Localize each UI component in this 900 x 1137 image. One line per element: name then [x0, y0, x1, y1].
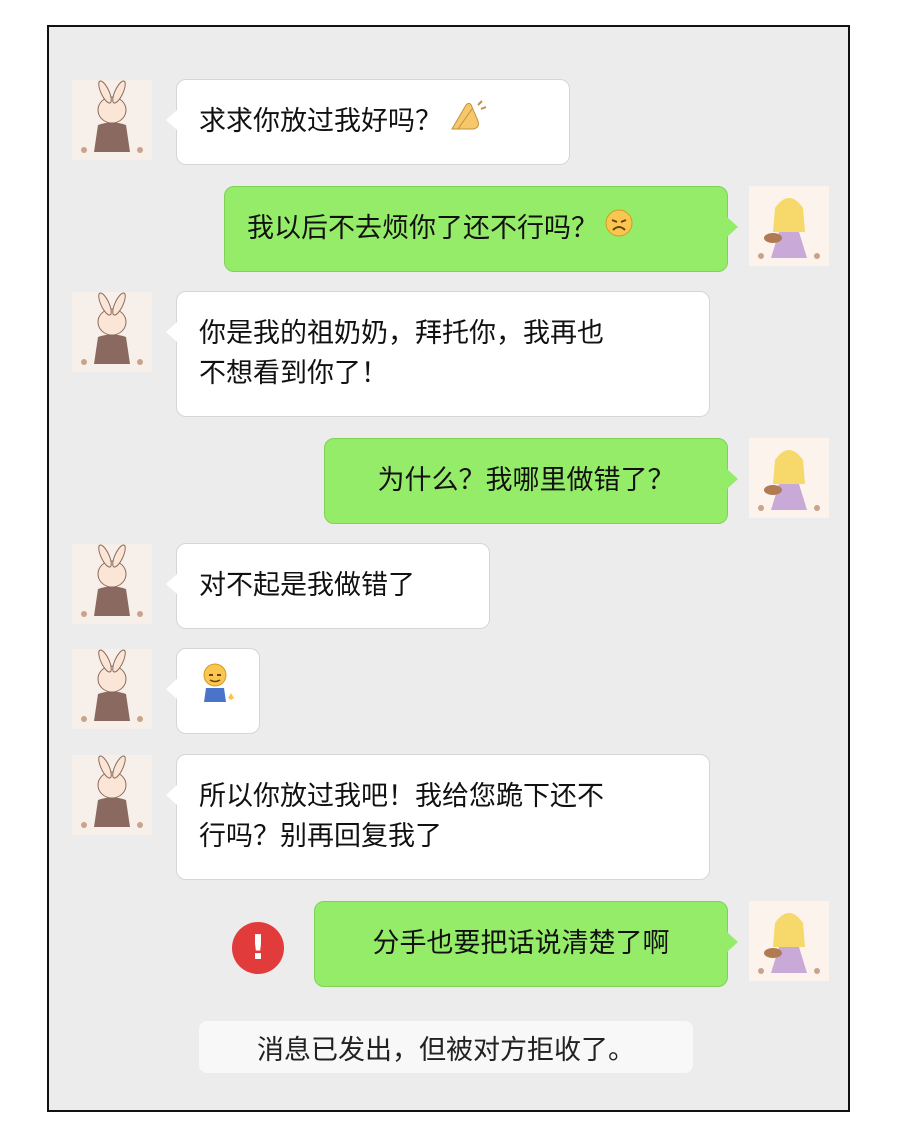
system-notice-text: 消息已发出，但被对方拒收了。 — [257, 1034, 635, 1066]
message-text: 对不起是我做错了 — [199, 570, 415, 601]
message-text: 分手也要把话说清楚了啊 — [372, 928, 670, 959]
chat-window: 求求你放过我好吗？ 我以后不去烦你了还不行吗？ 你是我的祖奶奶，拜托你，我再也 … — [47, 25, 850, 1112]
message-bubble-incoming[interactable]: 你是我的祖奶奶，拜托你，我再也 不想看到你了！ — [165, 291, 710, 417]
send-failed-glyph: ! — [250, 928, 266, 968]
message-text: 为什么？我哪里做错了？ — [377, 465, 675, 496]
message-text: 求求你放过我好吗？ — [199, 106, 442, 137]
message-bubble-incoming[interactable]: 对不起是我做错了 — [165, 543, 490, 629]
kneeling-figure-icon — [198, 662, 238, 720]
contact-avatar[interactable] — [72, 649, 152, 729]
message-bubble-outgoing[interactable]: 分手也要把话说清楚了啊 — [314, 901, 738, 987]
message-text: 我以后不去烦你了还不行吗？ — [247, 213, 598, 244]
my-avatar[interactable] — [749, 186, 829, 266]
message-bubble-outgoing[interactable]: 为什么？我哪里做错了？ — [324, 438, 738, 524]
message-text: 所以你放过我吧！我给您跪下还不 行吗？别再回复我了 — [199, 781, 604, 852]
message-bubble-outgoing[interactable]: 我以后不去烦你了还不行吗？ — [224, 186, 738, 272]
pray-hands-icon — [448, 99, 488, 145]
message-text: 你是我的祖奶奶，拜托你，我再也 不想看到你了！ — [199, 318, 604, 389]
message-bubble-incoming[interactable]: 求求你放过我好吗？ — [165, 79, 570, 165]
send-failed-icon[interactable]: ! — [232, 922, 284, 974]
contact-avatar[interactable] — [72, 544, 152, 624]
system-notice: 消息已发出，但被对方拒收了。 — [199, 1021, 693, 1073]
contact-avatar[interactable] — [72, 292, 152, 372]
worried-face-icon — [604, 208, 634, 250]
my-avatar[interactable] — [749, 901, 829, 981]
message-bubble-incoming[interactable]: 所以你放过我吧！我给您跪下还不 行吗？别再回复我了 — [165, 754, 710, 880]
contact-avatar[interactable] — [72, 80, 152, 160]
my-avatar[interactable] — [749, 438, 829, 518]
contact-avatar[interactable] — [72, 755, 152, 835]
message-bubble-incoming[interactable] — [165, 648, 260, 734]
